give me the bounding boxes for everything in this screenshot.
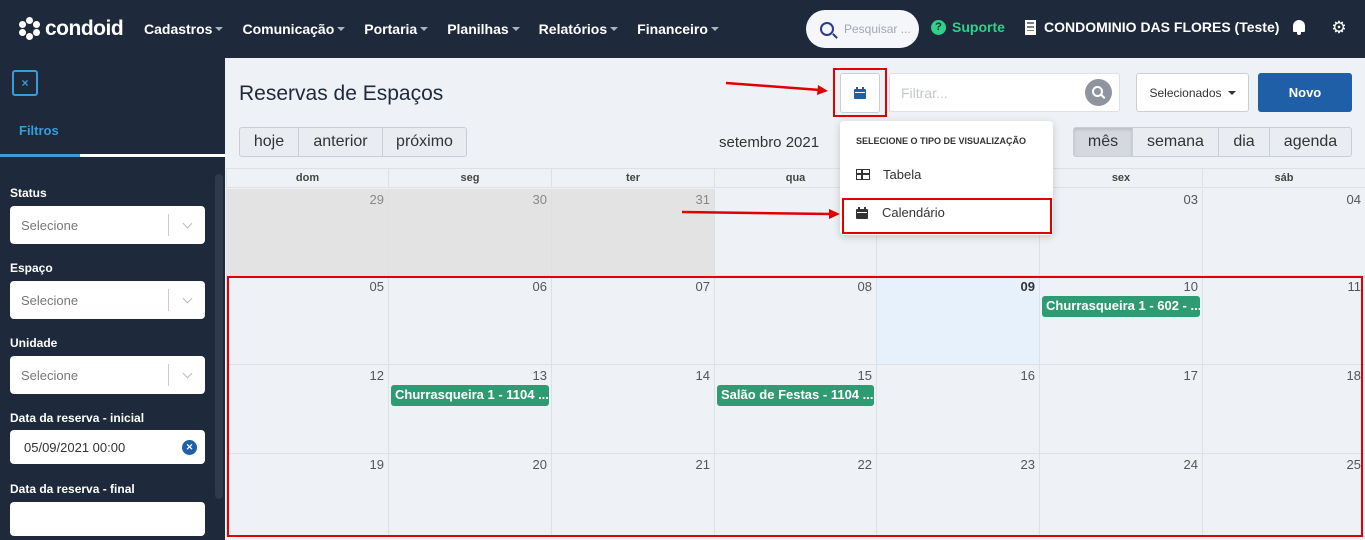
chevron-down-icon: [169, 218, 205, 228]
gear-icon[interactable]: ⚙: [1330, 19, 1348, 37]
calendar-day[interactable]: 03: [1039, 189, 1202, 275]
nav-relatorios[interactable]: Relatórios: [539, 21, 619, 37]
weekday-header: dom: [226, 169, 388, 187]
tab-filtros[interactable]: Filtros: [19, 123, 59, 138]
caret-down-icon: [1227, 90, 1236, 95]
selected-dropdown-button[interactable]: Selecionados: [1136, 73, 1249, 112]
close-sidebar-button[interactable]: ×: [12, 70, 38, 96]
date-end-field[interactable]: [10, 502, 205, 536]
clear-date-icon[interactable]: ✕: [182, 439, 197, 455]
unidade-select[interactable]: Selecione: [10, 356, 205, 394]
weekday-header: seg: [388, 169, 551, 187]
help-icon: ?: [931, 19, 946, 35]
previous-button[interactable]: anterior: [298, 127, 383, 157]
search-icon: [820, 22, 834, 36]
annotation-arrow-icon: [725, 81, 828, 95]
calendar-day[interactable]: 30: [388, 189, 551, 275]
view-week-button[interactable]: semana: [1132, 127, 1219, 157]
nav-cadastros[interactable]: Cadastros: [144, 21, 224, 37]
annotation-box-view-button: [833, 68, 887, 117]
date-start-field[interactable]: 05/09/2021 00:00 ✕: [10, 430, 205, 464]
table-icon: [856, 169, 870, 180]
filter-sidebar: × Filtros Status Selecione Espaço Seleci…: [0, 58, 225, 540]
date-start-label: Data da reserva - inicial: [10, 411, 145, 425]
nav-comunicacao[interactable]: Comunicação: [242, 21, 346, 37]
condominium-selector[interactable]: CONDOMINIO DAS FLORES (Teste): [1025, 19, 1279, 35]
weekday-header: ter: [551, 169, 714, 187]
building-icon: [1025, 19, 1036, 35]
search-icon[interactable]: [1085, 79, 1112, 106]
tab-underline-active: [0, 154, 80, 157]
menu-item-tabela[interactable]: Tabela: [856, 167, 921, 182]
status-label: Status: [10, 186, 47, 200]
filter-input[interactable]: Filtrar...: [889, 73, 1120, 112]
caret-down-icon: [337, 27, 346, 31]
calendar-weekday-header: domsegterquaquisexsáb: [226, 168, 1365, 188]
global-search[interactable]: Pesquisar ...: [806, 10, 919, 48]
bell-icon[interactable]: [1292, 20, 1306, 35]
date-end-label: Data da reserva - final: [10, 482, 135, 496]
day-number[interactable]: 03: [1184, 192, 1198, 207]
calendar-day[interactable]: 04: [1202, 189, 1365, 275]
filter-placeholder: Filtrar...: [901, 84, 948, 101]
month-title: setembro 2021: [719, 134, 820, 151]
day-number[interactable]: 04: [1347, 192, 1361, 207]
caret-down-icon: [420, 27, 429, 31]
sidebar-scrollbar[interactable]: [215, 174, 223, 499]
view-day-button[interactable]: dia: [1218, 127, 1270, 157]
annotation-arrow-icon: [681, 209, 840, 219]
day-number[interactable]: 31: [696, 192, 710, 207]
day-number[interactable]: 30: [533, 192, 547, 207]
main-nav: Cadastros Comunicação Portaria Planilhas…: [144, 21, 738, 37]
chevron-down-icon: [169, 293, 205, 303]
new-button[interactable]: Novo: [1258, 73, 1352, 112]
view-agenda-button[interactable]: agenda: [1269, 127, 1352, 157]
nav-financeiro[interactable]: Financeiro: [637, 21, 719, 37]
global-search-placeholder: Pesquisar ...: [844, 22, 911, 36]
condoid-logo[interactable]: condoid: [18, 17, 136, 41]
weekday-header: sex: [1039, 169, 1202, 187]
view-buttons: mês semana dia agenda: [1073, 127, 1352, 157]
unidade-label: Unidade: [10, 336, 58, 350]
caret-down-icon: [610, 27, 619, 31]
nav-planilhas[interactable]: Planilhas: [447, 21, 520, 37]
annotation-box-calendar-option: [842, 198, 1052, 234]
logo-icon: [18, 17, 42, 41]
caret-down-icon: [511, 27, 520, 31]
caret-down-icon: [710, 27, 719, 31]
annotation-box-calendar-weeks: [227, 276, 1363, 537]
calendar-nav-buttons: hoje anterior próximo: [239, 127, 467, 157]
chevron-down-icon: [169, 368, 205, 378]
espaco-label: Espaço: [10, 261, 53, 275]
page-title: Reservas de Espaços: [239, 82, 444, 105]
status-select[interactable]: Selecione: [10, 206, 205, 244]
day-number[interactable]: 29: [370, 192, 384, 207]
espaco-select[interactable]: Selecione: [10, 281, 205, 319]
calendar-week: 29303101020304: [226, 189, 1365, 276]
calendar-day[interactable]: 31: [551, 189, 714, 275]
today-button[interactable]: hoje: [239, 127, 299, 157]
weekday-header: sáb: [1202, 169, 1365, 187]
caret-down-icon: [215, 27, 224, 31]
view-type-menu-header: SELECIONE O TIPO DE VISUALIZAÇÃO: [856, 136, 1027, 146]
calendar-day[interactable]: 29: [226, 189, 388, 275]
logo-text: condoid: [45, 17, 124, 40]
support-link[interactable]: ? Suporte: [931, 19, 1005, 35]
next-button[interactable]: próximo: [382, 127, 467, 157]
view-month-button[interactable]: mês: [1073, 127, 1133, 157]
nav-portaria[interactable]: Portaria: [364, 21, 429, 37]
